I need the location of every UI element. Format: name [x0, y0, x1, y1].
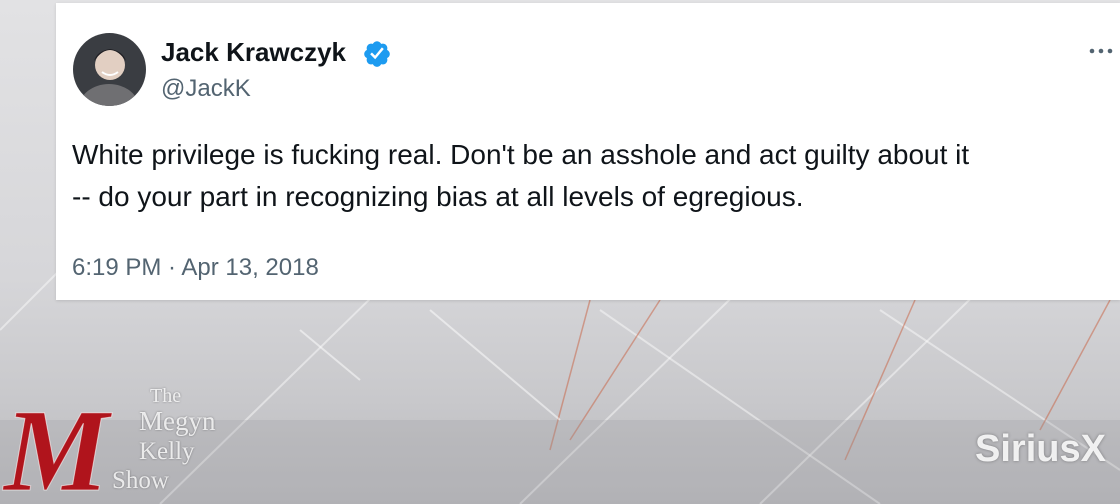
tweet-text-line: White privilege is fucking real. Don't b…	[72, 139, 970, 170]
show-logo-initial: M	[2, 385, 113, 504]
show-title-line: Show	[112, 467, 169, 494]
tweet-card: Jack Krawczyk @JackK White privilege is …	[56, 3, 1120, 300]
show-title-line: Kelly	[139, 438, 195, 465]
more-horizontal-icon[interactable]	[1086, 39, 1116, 59]
verified-badge-icon	[364, 41, 390, 67]
tweet-text: White privilege is fucking real. Don't b…	[72, 134, 1120, 218]
show-title-line: The	[150, 385, 182, 407]
timestamp[interactable]: 6:19 PM · Apr 13, 2018	[72, 254, 319, 282]
show-title-line: Megyn	[139, 406, 216, 436]
tweet-text-line: -- do your part in recognizing bias at a…	[72, 181, 804, 212]
handle[interactable]: @JackK	[161, 75, 251, 103]
show-logo: M The Megyn Kelly Show	[0, 382, 250, 504]
display-name[interactable]: Jack Krawczyk	[161, 37, 346, 68]
avatar[interactable]	[73, 33, 146, 106]
avatar-image	[73, 33, 146, 106]
network-watermark: SiriusX	[975, 428, 1106, 470]
